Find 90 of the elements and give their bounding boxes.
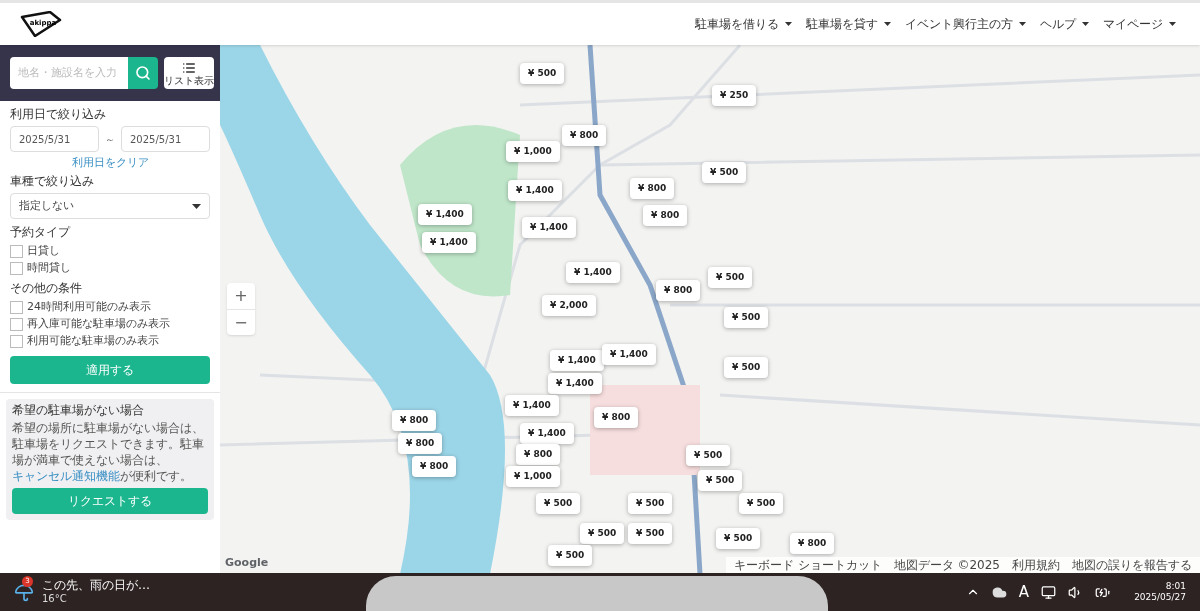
price-pin[interactable]: ¥ 500 — [702, 162, 747, 183]
map-footer-link[interactable]: キーボード ショートカット — [733, 556, 882, 573]
nav-menu-item[interactable]: 駐車場を借りる — [695, 15, 792, 33]
section-title: 予約タイプ — [10, 225, 72, 240]
price-pin[interactable]: ¥ 1,400 — [566, 262, 620, 283]
checkbox-label: 時間貸し — [27, 261, 71, 275]
price-pin[interactable]: ¥ 1,400 — [522, 217, 576, 238]
map-logo: Google — [225, 554, 269, 571]
checkbox-label: 24時間利用可能のみ表示 — [27, 300, 151, 314]
ime-indicator[interactable]: A — [1018, 580, 1030, 604]
price-pin[interactable]: ¥ 800 — [643, 205, 688, 226]
price-pin[interactable]: ¥ 800 — [630, 178, 675, 199]
price-pin[interactable]: ¥ 800 — [398, 433, 443, 454]
price-pin[interactable]: ¥ 1,400 — [548, 373, 602, 394]
price-pin[interactable]: ¥ 1,400 — [422, 232, 476, 253]
request-card-text: 希望の場所に駐車場がない場合は、駐車場をリクエストできます。駐車場が満車で使えない場合は、 キャンセル通知機能が便利です。 — [12, 420, 205, 484]
price-pin[interactable]: ¥ 1,400 — [520, 423, 574, 444]
checkbox-label: 日貸し — [27, 244, 60, 258]
caret-icon — [1169, 22, 1176, 26]
price-pin[interactable]: ¥ 1,400 — [602, 344, 656, 365]
price-pin[interactable]: ¥ 500 — [724, 357, 769, 378]
checkbox[interactable] — [10, 334, 23, 348]
zoom-out-button[interactable]: − — [227, 309, 255, 335]
price-pin[interactable]: ¥ 2,000 — [542, 295, 596, 316]
umbrella-icon — [14, 582, 34, 602]
price-pin[interactable]: ¥ 500 — [520, 63, 565, 84]
clear-dates-link[interactable]: 利用日をクリア — [71, 156, 149, 170]
price-pin[interactable]: ¥ 500 — [698, 470, 743, 491]
checkbox[interactable] — [10, 300, 23, 314]
checkbox[interactable] — [10, 317, 23, 331]
map-footer-link[interactable]: 利用規約 — [1012, 556, 1060, 573]
search-field[interactable]: 地名・施設名を入力 — [10, 57, 128, 89]
price-pin[interactable]: ¥ 1,400 — [508, 180, 562, 201]
caret-icon — [785, 22, 792, 26]
price-pin[interactable]: ¥ 500 — [724, 307, 769, 328]
date-field[interactable]: 2025/5/31 — [121, 126, 210, 152]
temperature: 16°C — [42, 593, 68, 606]
monitor-icon[interactable] — [1041, 584, 1057, 600]
nav-menu-item[interactable]: 駐車場を貸す — [806, 15, 891, 33]
checkbox-label: 再入庫可能な駐車場のみ表示 — [27, 317, 170, 331]
map-footer-link[interactable]: 地図データ ©2025 — [893, 556, 1000, 573]
price-pin[interactable]: ¥ 500 — [580, 523, 625, 544]
price-pin[interactable]: ¥ 500 — [628, 523, 673, 544]
map-footer-link[interactable]: 地図の誤りを報告する — [1072, 556, 1192, 573]
price-pin[interactable]: ¥ 500 — [536, 493, 581, 514]
price-pin[interactable]: ¥ 1,400 — [550, 350, 604, 371]
date-separator: ～ — [104, 132, 116, 147]
search-button[interactable] — [128, 57, 158, 89]
checkbox[interactable] — [10, 244, 23, 258]
price-pin[interactable]: ¥ 500 — [708, 267, 753, 288]
price-pin[interactable]: ¥ 500 — [548, 545, 593, 566]
price-pin[interactable]: ¥ 1,000 — [506, 141, 560, 162]
date-field[interactable]: 2025/5/31 — [10, 126, 99, 152]
weather-text: この先、雨の日が… — [42, 578, 150, 594]
caret-icon — [884, 22, 891, 26]
nav-menu-item[interactable]: イベント興行主の方 — [905, 15, 1026, 33]
section-title: その他の条件 — [10, 281, 83, 296]
list-icon — [182, 60, 196, 75]
price-pin[interactable]: ¥ 800 — [392, 410, 437, 431]
price-pin[interactable]: ¥ 800 — [516, 444, 561, 465]
checkbox[interactable] — [10, 261, 23, 275]
price-pin[interactable]: ¥ 800 — [656, 280, 701, 301]
price-pin[interactable]: ¥ 800 — [594, 407, 639, 428]
caret-icon — [1082, 22, 1089, 26]
clock-time[interactable]: 8:01 — [1165, 580, 1186, 592]
checkbox-label: 利用可能な駐車場のみ表示 — [27, 334, 159, 348]
request-card-title: 希望の駐車場がない場合 — [12, 403, 145, 418]
cloud-icon[interactable] — [991, 584, 1007, 600]
nav-menu-item[interactable]: ヘルプ — [1040, 15, 1089, 33]
price-pin[interactable]: ¥ 1,400 — [418, 204, 472, 225]
section-title: 利用日で絞り込み — [10, 107, 107, 122]
price-pin[interactable]: ¥ 1,400 — [505, 395, 559, 416]
price-pin[interactable]: ¥ 800 — [562, 125, 607, 146]
clock-date[interactable]: 2025/05/27 — [1134, 592, 1186, 604]
price-pin[interactable]: ¥ 800 — [412, 456, 457, 477]
price-pin[interactable]: ¥ 500 — [628, 493, 673, 514]
zoom-in-button[interactable]: + — [227, 283, 255, 309]
vehicle-select[interactable]: 指定しない — [10, 193, 210, 219]
price-pin[interactable]: ¥ 250 — [712, 85, 757, 106]
nav-menu-item[interactable]: マイページ — [1103, 15, 1176, 33]
caret-icon — [192, 203, 201, 209]
caret-icon — [1019, 22, 1026, 26]
section-title: 車種で絞り込み — [10, 174, 95, 189]
price-pin[interactable]: ¥ 500 — [716, 528, 761, 549]
search-icon — [135, 65, 151, 81]
price-pin[interactable]: ¥ 500 — [686, 445, 731, 466]
price-pin[interactable]: ¥ 500 — [739, 493, 784, 514]
list-view-button[interactable]: リスト表示 — [164, 57, 214, 89]
price-pin[interactable]: ¥ 1,000 — [506, 466, 560, 487]
price-pin[interactable]: ¥ 800 — [790, 533, 835, 554]
